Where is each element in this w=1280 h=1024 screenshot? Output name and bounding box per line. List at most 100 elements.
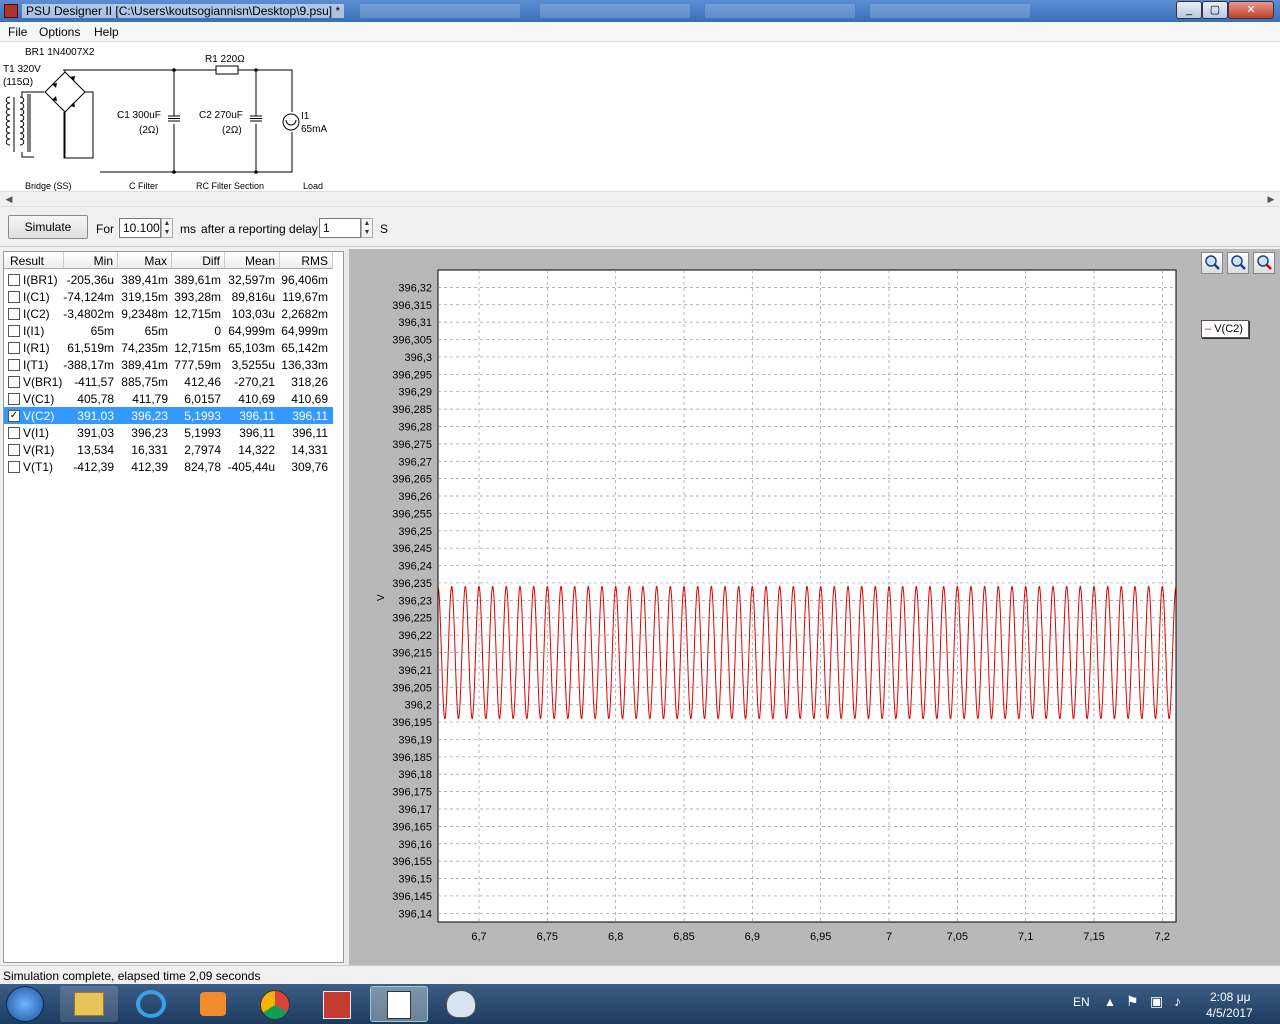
row-checkbox[interactable] — [8, 274, 20, 286]
cell-mean: 3,5255u — [231, 358, 275, 372]
cell-min: -74,124m — [63, 290, 114, 304]
table-row[interactable]: V(BR1) -411,57 885,75m 412,46 -270,21 318,26 — [4, 373, 333, 390]
cell-rms: 396,11 — [292, 409, 328, 423]
y-tick-label: 396,245 — [392, 543, 432, 555]
cell-min: 61,519m — [67, 341, 114, 355]
row-checkbox[interactable] — [8, 427, 20, 439]
cell-mean: 65,103m — [228, 341, 275, 355]
table-row[interactable]: I(C2) -3,4802m 9,2348m 12,715m 103,03u 2,2682… — [4, 305, 333, 322]
pdf-icon[interactable] — [308, 986, 366, 1022]
table-row[interactable]: V(I1) 391,03 396,23 5,1993 396,11 396,11 — [4, 424, 333, 441]
table-row[interactable]: V(C1) 405,78 411,79 6,0157 410,69 410,69 — [4, 390, 333, 407]
language-indicator[interactable]: EN — [1073, 995, 1090, 1009]
internet-explorer-icon[interactable] — [122, 986, 180, 1022]
x-tick-label: 7,2 — [1155, 931, 1170, 943]
cell-diff: 393,28m — [174, 290, 221, 304]
chrome-icon[interactable] — [246, 986, 304, 1022]
table-row[interactable]: ✓ V(C2) 391,03 396,23 5,1993 396,11 396,11 — [4, 407, 333, 424]
cell-min: 13,534 — [77, 443, 114, 457]
schematic-canvas[interactable]: BR1 1N4007X2 T1 320V (115Ω) R1 220Ω C1 3… — [0, 42, 1280, 192]
delay-spinner[interactable]: ▲ ▼ — [361, 218, 373, 238]
cell-rms: 318,26 — [291, 375, 328, 389]
volume-icon[interactable]: ♪ — [1174, 993, 1181, 1009]
scroll-right-icon[interactable]: ▶ — [1264, 193, 1278, 206]
cell-min: -412,39 — [73, 460, 114, 474]
table-row[interactable]: I(C1) -74,124m 319,15m 393,28m 89,816u 119,67… — [4, 288, 333, 305]
row-checkbox[interactable] — [8, 342, 20, 354]
x-tick-label: 7,05 — [947, 931, 968, 943]
media-player-icon[interactable] — [184, 986, 242, 1022]
table-row[interactable]: I(R1) 61,519m 74,235m 12,715m 65,103m 65,142m — [4, 339, 333, 356]
menu-options[interactable]: Options — [39, 25, 80, 39]
zoom-reset-icon[interactable] — [1253, 252, 1275, 274]
col-header-result[interactable]: Result — [4, 252, 64, 269]
y-tick-label: 396,15 — [398, 874, 432, 886]
simulate-button[interactable]: Simulate — [8, 215, 88, 239]
psu-designer-taskbar-icon[interactable] — [370, 986, 428, 1022]
row-checkbox[interactable] — [8, 393, 20, 405]
schematic-scrollbar[interactable]: ◀ ▶ — [0, 191, 1280, 207]
cell-rms: 396,11 — [292, 426, 328, 440]
close-button[interactable]: ✕ — [1228, 1, 1274, 19]
col-header-mean[interactable]: Mean — [225, 252, 280, 269]
delay-input[interactable]: 1 — [319, 218, 361, 238]
y-tick-label: 396,275 — [392, 439, 432, 451]
status-bar: Simulation complete, elapsed time 2,09 s… — [0, 965, 1280, 984]
paint-icon[interactable] — [432, 986, 490, 1022]
zoom-in-icon[interactable] — [1201, 252, 1223, 274]
duration-input[interactable]: 10.100 — [119, 218, 161, 238]
menu-help[interactable]: Help — [94, 25, 119, 39]
y-tick-label: 396,3 — [404, 352, 432, 364]
menu-file[interactable]: File — [8, 25, 27, 39]
i1-value: 65mA — [301, 124, 327, 135]
cell-min: 391,03 — [77, 426, 114, 440]
col-header-max[interactable]: Max — [118, 252, 172, 269]
action-center-icon[interactable]: ⚑ — [1126, 993, 1139, 1010]
table-row[interactable]: I(I1) 65m 65m 0 64,999m 64,999m — [4, 322, 333, 339]
y-tick-label: 396,255 — [392, 508, 432, 520]
row-checkbox[interactable] — [8, 308, 20, 320]
cell-max: 396,23 — [131, 409, 168, 423]
x-tick-label: 6,7 — [471, 931, 486, 943]
status-text: Simulation complete, elapsed time 2,09 s… — [3, 969, 261, 983]
voltage-chart[interactable]: 396,32 396,315 396,31 396,305 396,3 396,295 39… — [349, 249, 1280, 965]
col-header-min[interactable]: Min — [64, 252, 118, 269]
background-tab — [705, 4, 855, 18]
network-icon[interactable]: ▣ — [1150, 993, 1163, 1010]
cell-min: 405,78 — [77, 392, 114, 406]
s-label: S — [380, 222, 389, 236]
start-button[interactable] — [6, 986, 44, 1022]
clock-date[interactable]: 4/5/2017 — [1206, 1006, 1253, 1020]
delay-label: after a reporting delay of — [201, 222, 332, 236]
scroll-left-icon[interactable]: ◀ — [2, 193, 16, 206]
result-name: I(BR1) — [23, 273, 58, 287]
table-row[interactable]: I(T1) -388,17m 389,41m 777,59m 3,5255u 136,33… — [4, 356, 333, 373]
table-row[interactable]: V(T1) -412,39 412,39 824,78 -405,44u 309,76 — [4, 458, 333, 475]
row-checkbox[interactable] — [8, 376, 20, 388]
row-checkbox[interactable] — [8, 461, 20, 473]
row-checkbox[interactable]: ✓ — [8, 410, 20, 422]
col-header-diff[interactable]: Diff — [172, 252, 225, 269]
row-checkbox[interactable] — [8, 359, 20, 371]
table-row[interactable]: V(R1) 13,534 16,331 2,7974 14,322 14,331 — [4, 441, 333, 458]
y-axis-label: V — [376, 594, 387, 601]
result-name: V(R1) — [23, 443, 55, 457]
cell-min: -411,57 — [74, 375, 114, 389]
maximize-button[interactable]: ▢ — [1202, 1, 1228, 19]
cell-diff: 6,0157 — [184, 392, 221, 406]
cell-max: 389,41m — [121, 358, 168, 372]
col-header-rms[interactable]: RMS — [280, 252, 333, 269]
duration-spinner[interactable]: ▲ ▼ — [161, 218, 173, 238]
cell-diff: 412,46 — [184, 375, 221, 389]
show-hidden-icons-icon[interactable]: ▲ — [1104, 995, 1116, 1009]
row-checkbox[interactable] — [8, 444, 20, 456]
minimize-button[interactable]: _ — [1176, 1, 1202, 19]
row-checkbox[interactable] — [8, 291, 20, 303]
y-tick-label: 396,24 — [398, 561, 432, 573]
table-row[interactable]: I(BR1) -205,36u 389,41m 389,61m 32,597m 96,40… — [4, 271, 333, 288]
zoom-out-icon[interactable] — [1227, 252, 1249, 274]
row-checkbox[interactable] — [8, 325, 20, 337]
clock-time[interactable]: 2:08 μμ — [1210, 990, 1251, 1004]
y-tick-label: 396,175 — [392, 787, 432, 799]
explorer-icon[interactable] — [60, 986, 118, 1022]
